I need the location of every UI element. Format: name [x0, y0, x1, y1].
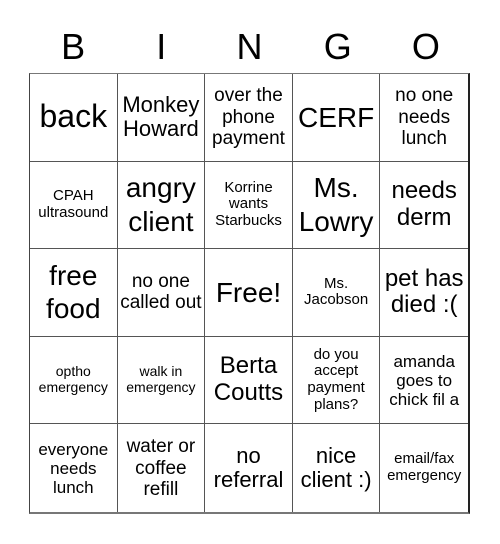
bingo-cell[interactable]: Ms. Lowry [292, 161, 381, 250]
header-letter-n: N [236, 26, 263, 67]
bingo-cell[interactable]: no one needs lunch [380, 74, 468, 162]
bingo-cell[interactable]: needs derm [380, 162, 468, 250]
header-letter-o: O [411, 26, 440, 67]
bingo-cell[interactable]: do you accept payment plans? [292, 336, 381, 425]
bingo-cell[interactable]: Berta Coutts [205, 336, 293, 425]
bingo-cell[interactable]: no one called out [117, 249, 206, 337]
bingo-cell[interactable]: no referral [205, 424, 293, 512]
bingo-cell[interactable]: CPAH ultrasound [30, 161, 118, 250]
bingo-cell[interactable]: walk in emergency [117, 336, 206, 425]
bingo-header: B I N G O [29, 22, 470, 72]
header-letter-i: I [156, 26, 167, 67]
bingo-cell[interactable]: back [30, 74, 118, 162]
bingo-cell[interactable]: email/fax emergency [380, 424, 468, 512]
bingo-cell[interactable]: nice client :) [293, 424, 381, 512]
bingo-cell[interactable]: Monkey Howard [117, 74, 206, 162]
bingo-cell[interactable]: free food [30, 249, 118, 337]
header-letter-b: B [61, 26, 86, 67]
bingo-cell[interactable]: Korrine wants Starbucks [205, 161, 293, 250]
bingo-cell[interactable]: pet has died :( [380, 249, 468, 337]
free-space-cell[interactable]: Free! [205, 249, 293, 337]
bingo-cell[interactable]: CERF [292, 74, 381, 162]
bingo-cell[interactable]: optho emergency [30, 336, 118, 425]
bingo-cell[interactable]: Ms. Jacobson [292, 249, 381, 337]
bingo-cell[interactable]: over the phone payment [205, 74, 293, 162]
header-letter-g: G [323, 26, 352, 67]
bingo-cell[interactable]: everyone needs lunch [30, 424, 118, 512]
bingo-cell[interactable]: water or coffee refill [118, 424, 206, 512]
bingo-cell[interactable]: angry client [117, 161, 206, 250]
bingo-cell[interactable]: amanda goes to chick fil a [380, 337, 468, 425]
bingo-board: back Monkey Howard over the phone paymen… [29, 73, 470, 514]
